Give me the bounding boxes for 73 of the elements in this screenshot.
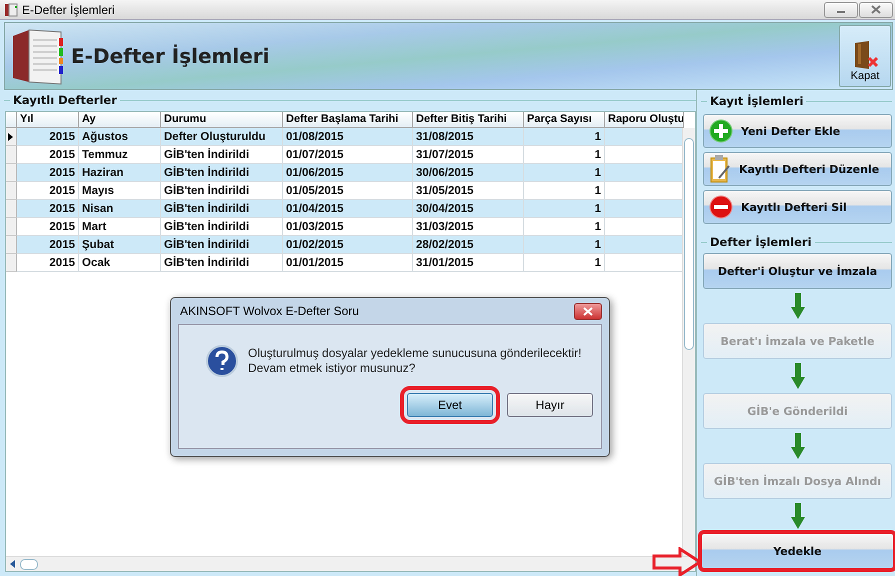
question-icon (206, 345, 238, 377)
column-header[interactable]: Yıl (17, 112, 79, 128)
table-cell: Defter Oluşturuldu (161, 128, 283, 146)
table-cell: GİB'ten İndirildi (161, 254, 283, 272)
table-cell: 01/08/2015 (283, 128, 413, 146)
action-button[interactable]: Kayıtlı Defteri Sil (703, 190, 892, 224)
table-cell: Ağustos (79, 128, 161, 146)
table-cell: 2015 (17, 128, 79, 146)
table-cell: 30/04/2015 (413, 200, 524, 218)
header-corner (6, 112, 17, 128)
table-cell: 2015 (17, 236, 79, 254)
door-icon (852, 40, 878, 70)
column-header[interactable]: Defter Başlama Tarihi (283, 112, 413, 128)
group-title: Kayıt İşlemleri (707, 94, 806, 108)
close-icon (583, 306, 593, 316)
group-title: Defter İşlemleri (707, 235, 815, 249)
step-button[interactable]: Defter'i Oluştur ve İmzala (703, 253, 892, 289)
plus-icon (709, 119, 733, 143)
table-cell: 1 (524, 164, 605, 182)
table-cell: Nisan (79, 200, 161, 218)
table-cell: 30/06/2015 (413, 164, 524, 182)
table-cell: Ocak (79, 254, 161, 272)
scroll-thumb[interactable] (20, 559, 38, 570)
dialog-button[interactable]: Hayır (507, 393, 593, 417)
app-icon (4, 2, 18, 16)
step-button[interactable]: Yedekle (701, 533, 894, 569)
down-arrow-icon (790, 362, 806, 390)
action-button[interactable]: Kayıtlı Defteri Düzenle (703, 152, 892, 186)
table-cell: 28/02/2015 (413, 236, 524, 254)
table-cell: 1 (524, 128, 605, 146)
table-cell: GİB'ten İndirildi (161, 200, 283, 218)
column-header[interactable]: Parça Sayısı (524, 112, 605, 128)
minus-icon (709, 195, 733, 219)
table-cell: Şubat (79, 236, 161, 254)
close-icon (871, 5, 881, 14)
table-cell: 01/02/2015 (283, 236, 413, 254)
down-arrow-icon (790, 292, 806, 320)
table-cell: 1 (524, 236, 605, 254)
scroll-thumb[interactable] (684, 138, 694, 350)
vertical-scrollbar[interactable] (682, 128, 695, 557)
table-cell: 31/01/2015 (413, 254, 524, 272)
close-button[interactable] (859, 2, 893, 18)
table-cell: 1 (524, 254, 605, 272)
row-indicator[interactable] (6, 128, 17, 146)
action-button[interactable]: Yeni Defter Ekle (703, 114, 892, 148)
table-cell: 1 (524, 200, 605, 218)
scroll-left-icon[interactable] (9, 559, 17, 569)
table-cell: 01/06/2015 (283, 164, 413, 182)
table-cell: 01/01/2015 (283, 254, 413, 272)
dialog-title: AKINSOFT Wolvox E-Defter Soru (180, 304, 360, 318)
column-header[interactable]: Ay (79, 112, 161, 128)
group-title: Kayıtlı Defterler (10, 93, 120, 107)
table-cell: 2015 (17, 164, 79, 182)
table-cell: 01/04/2015 (283, 200, 413, 218)
current-row-icon (6, 132, 14, 142)
table-cell: 2015 (17, 254, 79, 272)
down-arrow-icon (790, 432, 806, 460)
down-arrow-icon (790, 502, 806, 530)
column-header[interactable]: Durumu (161, 112, 283, 128)
close-button[interactable] (574, 302, 602, 320)
table-cell: GİB'ten İndirildi (161, 236, 283, 254)
window-title: E-Defter İşlemleri (22, 2, 115, 16)
column-header[interactable]: Defter Bitiş Tarihi (413, 112, 524, 128)
clipboard-icon (709, 154, 731, 184)
table-cell: GİB'ten İndirildi (161, 164, 283, 182)
minimize-button[interactable] (824, 2, 858, 18)
close-window-button[interactable]: Kapat (839, 25, 891, 87)
header-title: E-Defter İşlemleri (71, 44, 270, 68)
table-cell: Haziran (79, 164, 161, 182)
table-cell: 2015 (17, 200, 79, 218)
dialog-message: Oluşturulmuş dosyalar yedekleme sunucusuna gönderilecektir! Devam etmek istiyor musunuz? (248, 346, 582, 376)
table-cell: 31/08/2015 (413, 128, 524, 146)
horizontal-scrollbar[interactable] (6, 556, 695, 571)
